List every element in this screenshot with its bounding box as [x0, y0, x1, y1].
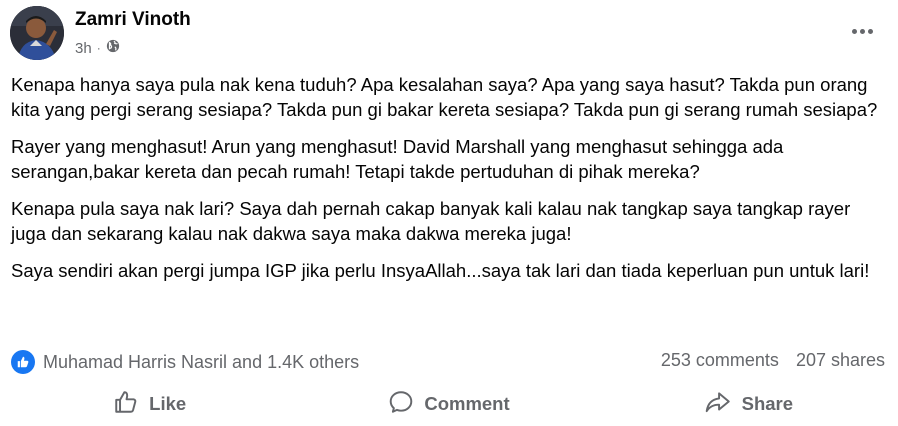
dot-icon	[859, 28, 865, 34]
more-options-button[interactable]	[848, 21, 876, 41]
share-label: Share	[741, 393, 794, 414]
share-button[interactable]: Share	[599, 383, 898, 425]
engagement-counts: 253 comments 207 shares	[661, 350, 885, 371]
dot-icon	[851, 28, 857, 34]
avatar-image	[10, 6, 64, 60]
author-name[interactable]: Zamri Vinoth	[75, 9, 191, 31]
meta-separator: ·	[96, 41, 101, 55]
comment-label: Comment	[424, 393, 510, 414]
globe-icon[interactable]	[106, 39, 120, 57]
post-header: Zamri Vinoth 3h ·	[10, 6, 888, 62]
post-time[interactable]: 3h	[75, 40, 92, 57]
comment-bubble-icon	[388, 389, 414, 420]
comments-count[interactable]: 253 comments	[661, 350, 779, 371]
reactions-text[interactable]: Muhamad Harris Nasril and 1.4K others	[43, 352, 359, 373]
post-paragraph: Saya sendiri akan pergi jumpa IGP jika p…	[11, 260, 870, 281]
reactions-summary[interactable]: Muhamad Harris Nasril and 1.4K others	[11, 350, 359, 374]
post-paragraph: Rayer yang menghasut! Arun yang menghasu…	[11, 136, 784, 182]
post-body: Kenapa hanya saya pula nak kena tuduh? A…	[11, 72, 881, 295]
shares-count[interactable]: 207 shares	[796, 350, 885, 371]
comment-button[interactable]: Comment	[299, 383, 598, 425]
post-meta: 3h ·	[75, 39, 120, 57]
post-paragraph: Kenapa pula saya nak lari? Saya dah pern…	[11, 198, 851, 244]
like-label: Like	[149, 393, 187, 414]
thumbs-up-icon	[113, 389, 139, 420]
share-arrow-icon	[704, 389, 732, 420]
post-stats: Muhamad Harris Nasril and 1.4K others 25…	[11, 350, 885, 376]
action-bar: Like Comment Share	[0, 383, 898, 425]
like-button[interactable]: Like	[0, 383, 299, 425]
like-reaction-icon	[11, 350, 35, 374]
dot-icon	[867, 28, 873, 34]
post-paragraph: Kenapa hanya saya pula nak kena tuduh? A…	[11, 74, 878, 120]
avatar[interactable]	[10, 6, 64, 60]
